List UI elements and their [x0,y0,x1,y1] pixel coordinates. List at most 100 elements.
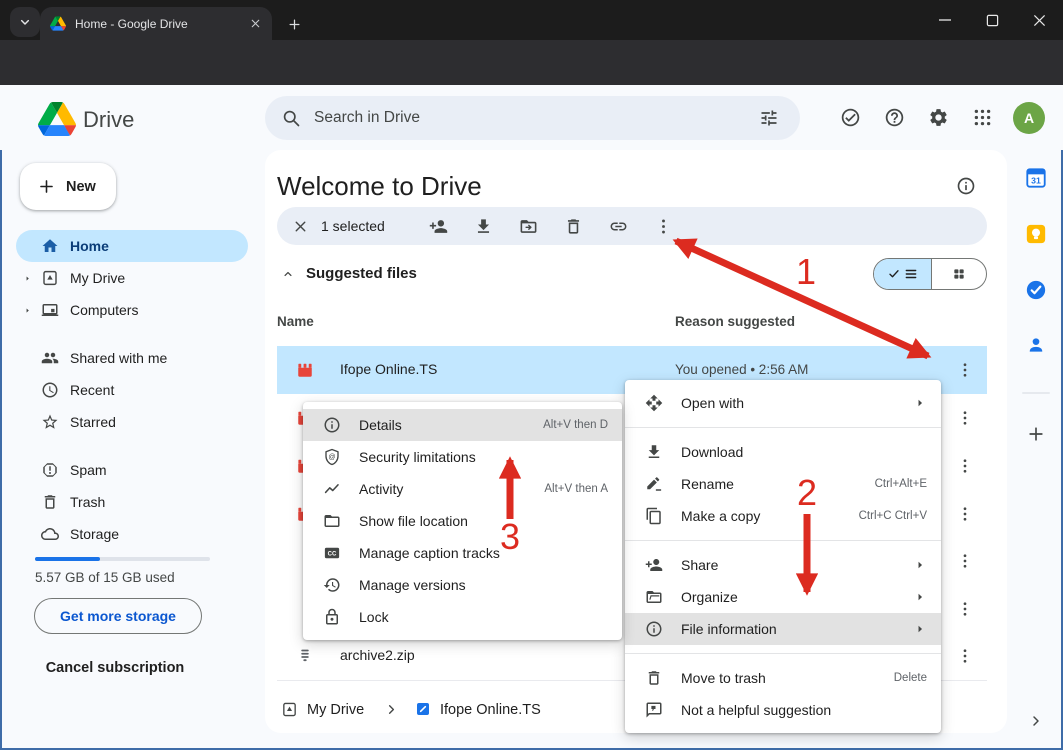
menu-item-move-to-trash[interactable]: Move to trash Delete [625,662,941,694]
sidebar-item-trash[interactable]: Trash [0,486,248,518]
keep-icon[interactable] [1025,223,1047,245]
page-info-icon[interactable] [956,176,976,196]
menu-item-details[interactable]: Details Alt+V then D [303,409,622,441]
hide-side-panel-chevron-icon[interactable] [1028,713,1044,729]
tab-close-icon[interactable] [249,17,262,30]
sidebar-item-home[interactable]: Home [0,230,248,262]
drive-avatar[interactable]: A [1013,102,1045,134]
menu-item-rename[interactable]: Rename Ctrl+Alt+E [625,468,941,500]
new-button-label: New [66,179,96,195]
menu-item-not-helpful-suggestion[interactable]: Not a helpful suggestion [625,694,941,726]
menu-item-organize[interactable]: Organize [625,581,941,613]
menu-item-show-file-location[interactable]: Show file location [303,505,622,537]
row-kebab-icon[interactable] [956,361,974,379]
file-name[interactable]: Ifope Online.TS [340,361,437,377]
tab-title: Home - Google Drive [75,17,249,31]
search-input[interactable]: Search in Drive [314,109,420,127]
expand-arrow-icon[interactable] [23,274,32,283]
expand-arrow-icon[interactable] [23,306,32,315]
row-kebab-icon[interactable] [956,647,974,665]
sidebar-item-starred[interactable]: Starred [0,406,248,438]
search-icon[interactable] [281,108,301,128]
list-icon [904,267,918,281]
breadcrumb-file-icon [415,701,431,717]
my-drive-icon [281,701,298,718]
download-icon[interactable] [474,217,493,236]
sidebar-item-shared-with-me[interactable]: Shared with me [0,342,248,374]
new-tab-button[interactable] [280,10,308,38]
version-history-icon [323,576,341,594]
tasks-icon[interactable] [1025,279,1047,301]
menu-item-share[interactable]: Share [625,549,941,581]
info-icon [323,416,341,434]
search-bar[interactable]: Search in Drive [265,96,800,140]
window-maximize-button[interactable] [975,8,1009,32]
menu-item-file-information[interactable]: File information [625,613,941,645]
cloud-icon [41,525,59,543]
file-name[interactable]: archive2.zip [340,647,415,663]
row-kebab-icon[interactable] [956,409,974,427]
trash-icon[interactable] [564,217,583,236]
menu-item-lock[interactable]: Lock [303,601,622,633]
row-kebab-icon[interactable] [956,600,974,618]
menu-item-manage-versions[interactable]: Manage versions [303,569,622,601]
breadcrumb-file[interactable]: Ifope Online.TS [440,702,541,718]
home-icon [41,237,59,255]
download-icon [645,443,663,461]
menu-item-download[interactable]: Download [625,436,941,468]
breadcrumb-chevron-icon [384,702,399,717]
tab-search-button[interactable] [10,7,40,37]
copy-link-icon[interactable] [609,217,628,236]
submenu-arrow-icon [913,622,927,636]
apps-grid-icon[interactable] [972,107,993,128]
closed-captions-icon [323,544,341,562]
list-view-button[interactable] [874,259,931,289]
search-options-icon[interactable] [759,108,779,128]
add-addon-icon[interactable] [1026,424,1046,444]
drive-logo[interactable] [38,102,76,136]
sidebar-item-storage[interactable]: Storage [0,518,248,550]
menu-item-manage-caption-tracks[interactable]: Manage caption tracks [303,537,622,569]
settings-gear-icon[interactable] [928,107,949,128]
menu-item-security-limitations[interactable]: Security limitations [303,441,622,473]
contacts-icon[interactable] [1026,335,1046,355]
row-kebab-icon[interactable] [956,505,974,523]
new-button[interactable]: New [20,163,116,210]
sidebar-item-recent[interactable]: Recent [0,374,248,406]
help-icon[interactable] [884,107,905,128]
copy-icon [645,507,663,525]
cancel-subscription-button[interactable]: Cancel subscription [0,660,230,676]
calendar-icon[interactable] [1025,167,1047,189]
sidebar-item-my-drive[interactable]: My Drive [0,262,248,294]
submenu-arrow-icon [913,558,927,572]
browser-navbar: drive.google.com/drive/home {} A [0,40,1063,85]
collapse-section-chevron-icon[interactable] [281,267,295,281]
section-title[interactable]: Suggested files [306,265,417,282]
toolbar-more-options-kebab-icon[interactable] [654,217,673,236]
archive-file-icon [296,647,314,665]
breadcrumb-location[interactable]: My Drive [307,702,364,718]
row-kebab-icon[interactable] [956,457,974,475]
window-minimize-button[interactable] [928,8,962,32]
recent-clock-icon [41,381,59,399]
window-close-button[interactable] [1022,8,1056,32]
clear-selection-icon[interactable] [292,218,309,235]
menu-item-make-a-copy[interactable]: Make a copy Ctrl+C Ctrl+V [625,500,941,532]
column-header-reason[interactable]: Reason suggested [675,314,795,329]
sidebar-item-computers[interactable]: Computers [0,294,248,326]
sidebar-item-spam[interactable]: Spam [0,454,248,486]
menu-item-open-with[interactable]: Open with [625,387,941,419]
offline-status-icon[interactable] [840,107,861,128]
move-to-folder-icon[interactable] [519,217,538,236]
menu-item-activity[interactable]: Activity Alt+V then A [303,473,622,505]
row-kebab-icon[interactable] [956,552,974,570]
video-file-icon [296,361,314,379]
shield-at-icon [323,448,341,466]
shared-people-icon [41,349,59,367]
browser-tab[interactable]: Home - Google Drive [40,7,272,40]
get-more-storage-button[interactable]: Get more storage [34,598,202,634]
grid-view-button[interactable] [932,259,986,289]
submenu-arrow-icon [913,590,927,604]
column-header-name[interactable]: Name [277,314,314,329]
share-person-add-icon[interactable] [429,217,448,236]
